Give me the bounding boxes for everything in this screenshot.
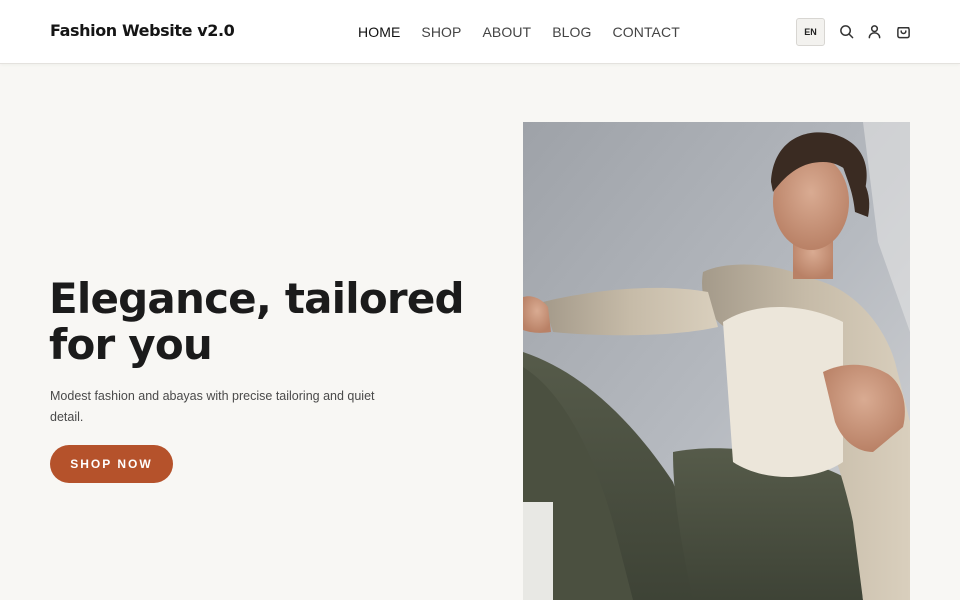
nav-item-about[interactable]: ABOUT xyxy=(482,24,531,40)
site-logo[interactable]: Fashion Website v2.0 xyxy=(50,21,235,40)
user-icon[interactable] xyxy=(866,23,882,39)
main-nav: HOME SHOP ABOUT BLOG CONTACT xyxy=(358,24,680,40)
nav-item-shop[interactable]: SHOP xyxy=(421,24,461,40)
shop-now-button[interactable]: SHOP NOW xyxy=(50,445,173,483)
hero-title: Elegance, tailored for you xyxy=(49,274,465,369)
male-model-photo xyxy=(523,122,910,600)
language-switcher[interactable]: EN xyxy=(796,18,825,46)
nav-item-home[interactable]: HOME xyxy=(358,24,400,40)
hero-subtitle: Modest fashion and abayas with precise t… xyxy=(50,389,375,424)
site-header: Fashion Website v2.0 HOME SHOP ABOUT BLO… xyxy=(0,0,960,64)
hero-image xyxy=(523,122,910,600)
cart-icon[interactable] xyxy=(895,23,911,39)
nav-item-contact[interactable]: CONTACT xyxy=(613,24,680,40)
nav-item-blog[interactable]: BLOG xyxy=(552,24,591,40)
search-icon[interactable] xyxy=(838,23,854,39)
